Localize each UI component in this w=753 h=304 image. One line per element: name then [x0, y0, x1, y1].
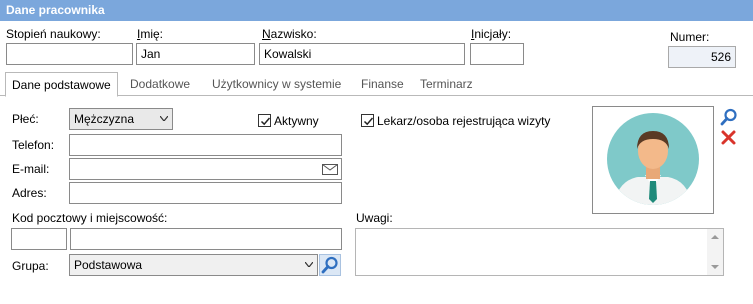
search-icon — [321, 256, 338, 274]
degree-label: Stopień naukowy: — [6, 27, 101, 41]
chevron-down-icon — [160, 116, 168, 121]
doctor-label: Lekarz/osoba rejestrująca wizyty — [377, 114, 551, 128]
email-label: E-mail: — [12, 162, 50, 176]
photo-delete-button[interactable] — [719, 128, 739, 148]
scroll-down-icon[interactable] — [711, 265, 719, 269]
number-label: Numer: — [670, 30, 710, 44]
active-label: Aktywny — [274, 114, 319, 128]
envelope-icon[interactable] — [322, 164, 338, 175]
checkmark-icon — [260, 117, 271, 126]
gender-value: Mężczyzna — [74, 112, 135, 126]
postal-city-label: Kod pocztowy i miejscowość: — [12, 211, 168, 225]
tab-finances[interactable]: Finanse — [355, 72, 410, 96]
notes-scrollbar[interactable] — [707, 229, 723, 275]
notes-textarea[interactable] — [355, 228, 724, 276]
group-search-button[interactable] — [319, 254, 341, 276]
postal-code-input[interactable] — [11, 228, 67, 250]
scroll-up-icon[interactable] — [711, 235, 719, 239]
phone-input[interactable] — [69, 134, 342, 156]
lastname-input[interactable]: Kowalski — [259, 43, 465, 65]
employee-photo — [592, 106, 714, 214]
tab-system-users[interactable]: Użytkownicy w systemie — [206, 72, 347, 96]
firstname-label: Imię: — [137, 27, 164, 41]
lastname-label: Nazwisko: — [262, 27, 317, 41]
group-label: Grupa: — [12, 259, 49, 273]
firstname-input[interactable]: Jan — [136, 43, 255, 65]
window-title: Dane pracownika — [0, 0, 753, 21]
address-input[interactable] — [69, 182, 342, 204]
initials-label: Inicjały: — [471, 27, 512, 41]
photo-search-button[interactable] — [719, 107, 739, 127]
group-select[interactable]: Podstawowa — [69, 254, 318, 276]
doctor-checkbox[interactable] — [361, 114, 374, 127]
active-checkbox[interactable] — [258, 114, 271, 127]
avatar-icon — [607, 113, 699, 205]
gender-label: Płeć: — [12, 112, 39, 126]
address-label: Adres: — [12, 186, 47, 200]
group-value: Podstawowa — [74, 258, 143, 272]
tab-scheduler[interactable]: Terminarz — [414, 72, 479, 96]
tab-bar: Dane podstawowe Dodatkowe Użytkownicy w … — [0, 72, 753, 97]
number-field: 526 — [668, 46, 736, 68]
notes-label: Uwagi: — [356, 211, 393, 225]
initials-input[interactable] — [470, 43, 524, 65]
tab-additional[interactable]: Dodatkowe — [124, 72, 196, 96]
gender-select[interactable]: Mężczyzna — [69, 108, 173, 130]
checkmark-icon — [363, 117, 374, 126]
tab-basic-data[interactable]: Dane podstawowe — [5, 72, 118, 97]
city-input[interactable] — [70, 228, 342, 250]
search-icon — [720, 108, 737, 126]
chevron-down-icon — [305, 262, 313, 267]
close-icon — [721, 130, 736, 145]
email-input[interactable] — [69, 158, 342, 180]
degree-input[interactable] — [6, 43, 133, 65]
phone-label: Telefon: — [12, 138, 55, 152]
